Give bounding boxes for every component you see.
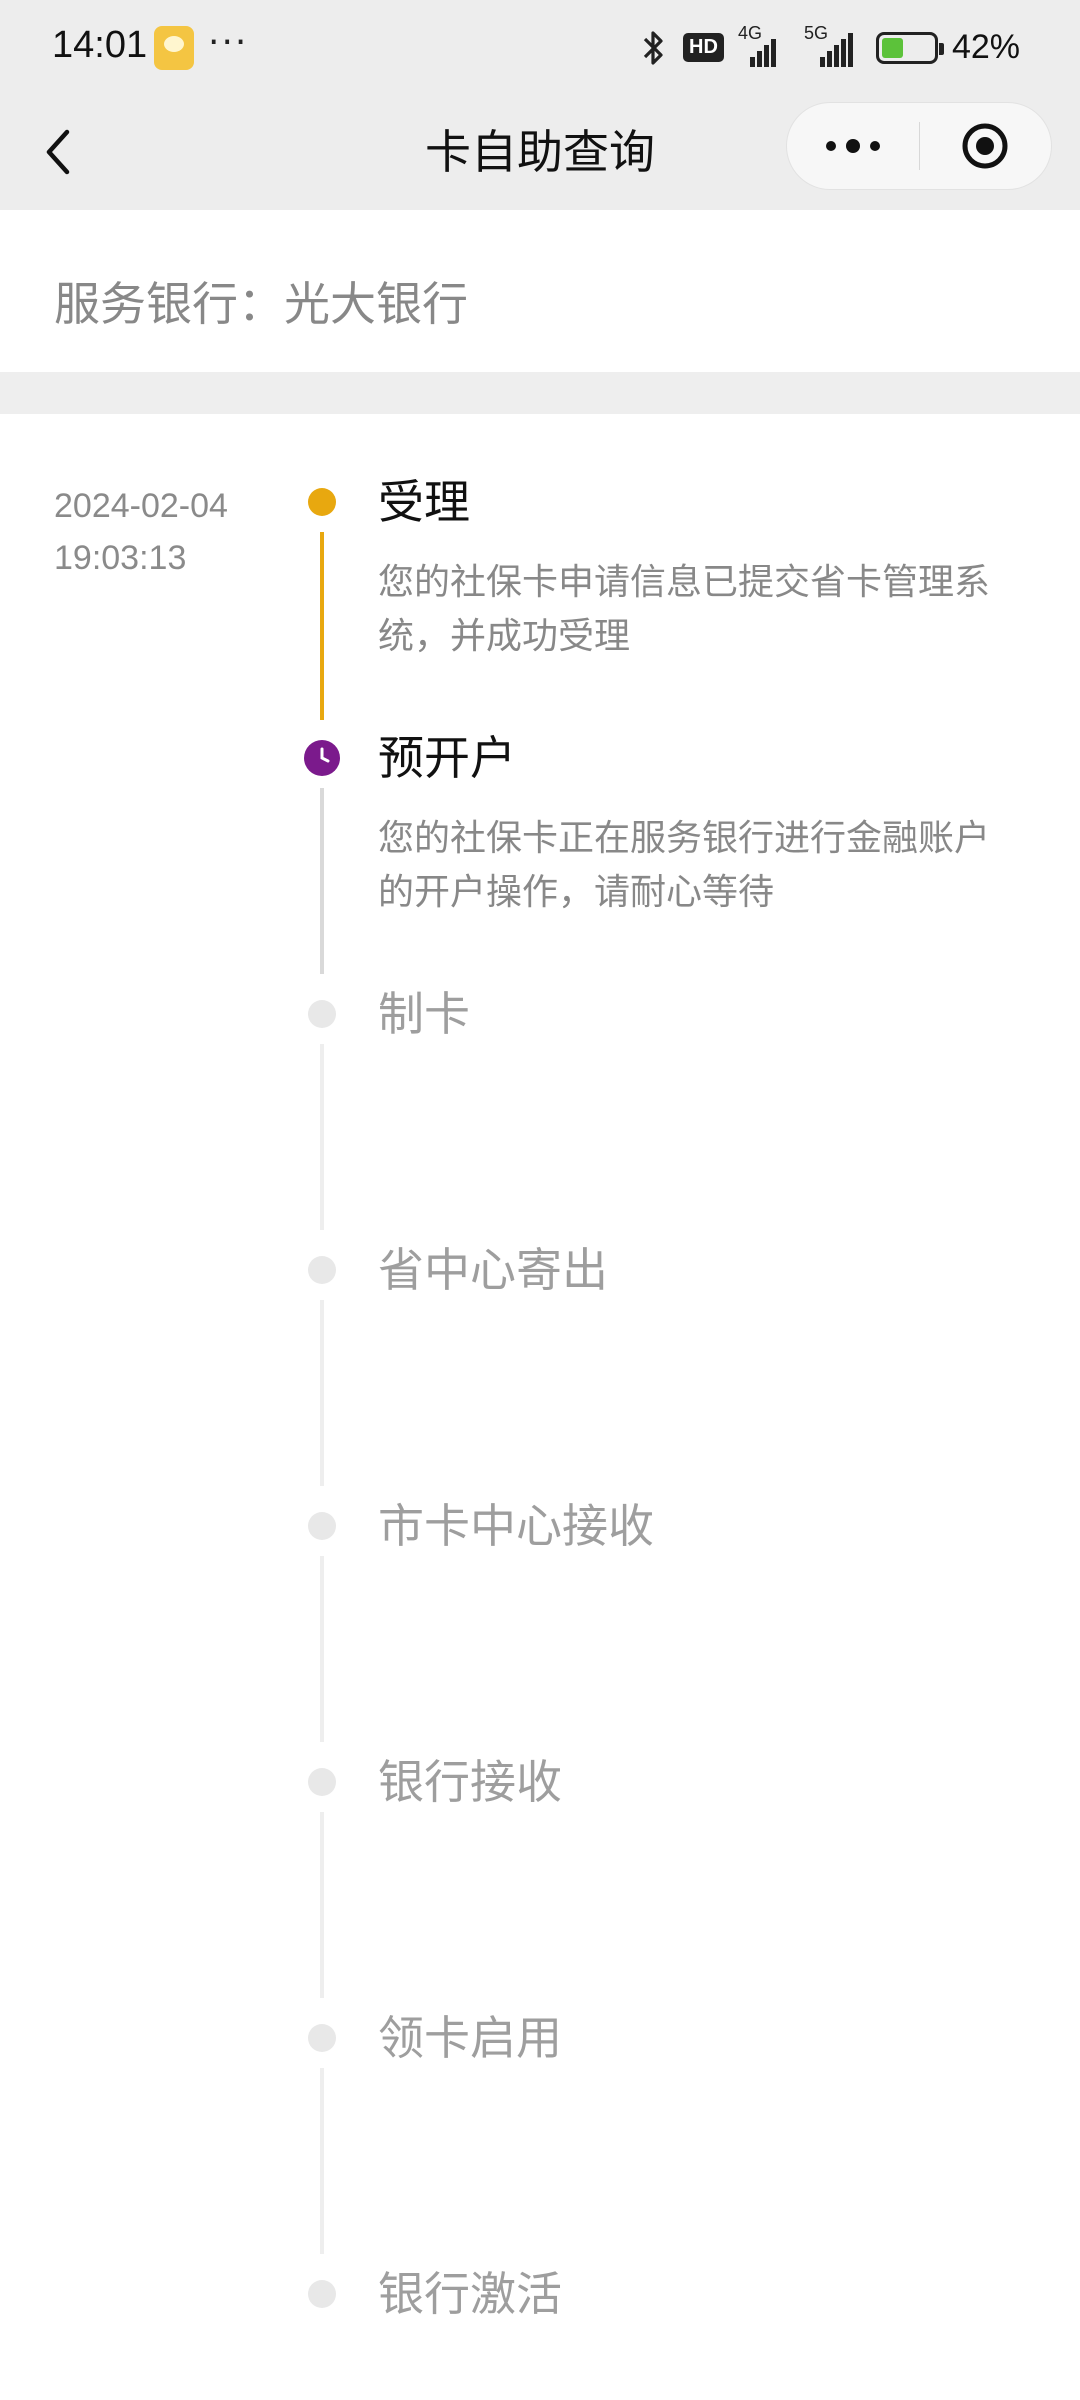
step-done-dot	[308, 488, 336, 516]
clock-icon	[304, 740, 340, 776]
step-title-accepted: 受理	[378, 475, 470, 529]
timeline-line-7	[320, 2068, 324, 2254]
step-pending-dot	[308, 1256, 336, 1284]
more-dots-icon	[825, 139, 880, 153]
step-pending-dot	[308, 2024, 336, 2052]
step-pending-dot	[308, 1512, 336, 1540]
battery-percentage: 42%	[951, 28, 1020, 66]
timeline-line-4	[320, 1300, 324, 1486]
bluetooth-icon	[643, 30, 663, 65]
content-area: 服务银行：光大银行 2024-02-04 19:03:13 受理 您的社保卡申请…	[0, 210, 1080, 2400]
hd-badge: HD	[683, 33, 724, 62]
status-time: 14:01	[52, 24, 148, 66]
signal-5g-icon: 5G	[804, 23, 862, 67]
status-bar: 14:01 ··· HD 4G 5G 42%	[0, 0, 1080, 96]
step-title-collect-card: 领卡启用	[378, 2011, 562, 2065]
status-icons: HD 4G 5G 42%	[639, 23, 1020, 67]
timeline-line-5	[320, 1556, 324, 1742]
step-title-preopen: 预开户	[378, 731, 516, 785]
step-desc-accepted: 您的社保卡申请信息已提交省卡管理系统，并成功受理	[378, 562, 991, 657]
service-bank-label: 服务银行：光大银行	[54, 277, 468, 331]
timeline-line-2	[320, 788, 324, 974]
step-pending-dot	[308, 1768, 336, 1796]
clipped-text	[54, 180, 454, 222]
battery-icon	[875, 31, 944, 64]
more-button[interactable]	[787, 103, 919, 189]
step-title-city-received: 市卡中心接收	[378, 1499, 654, 1553]
signal-4g-icon: 4G	[738, 23, 790, 67]
timeline-date-day: 2024-02-04	[54, 487, 228, 525]
section-divider	[0, 372, 1080, 414]
timeline-line-6	[320, 1812, 324, 1998]
step-pending-dot	[308, 1000, 336, 1028]
timeline-line-1	[320, 532, 324, 720]
step-title-bank-activate: 银行激活	[378, 2267, 562, 2321]
timeline-date: 2024-02-04 19:03:13	[54, 480, 228, 584]
target-circle-icon	[962, 123, 1008, 169]
step-pending-dot	[308, 2280, 336, 2308]
mini-program-capsule	[786, 102, 1052, 190]
timeline-date-time: 19:03:13	[54, 539, 187, 577]
step-title-bank-received: 银行接收	[378, 1755, 562, 1809]
step-title-province-sent: 省中心寄出	[378, 1243, 608, 1297]
timeline-line-3	[320, 1044, 324, 1230]
step-desc-preopen: 您的社保卡正在服务银行进行金融账户的开户操作，请耐心等待	[378, 818, 991, 913]
more-notifications-icon: ···	[208, 22, 249, 63]
step-title-make-card: 制卡	[378, 987, 470, 1041]
app-notification-icon	[154, 26, 194, 70]
close-button[interactable]	[920, 103, 1052, 189]
